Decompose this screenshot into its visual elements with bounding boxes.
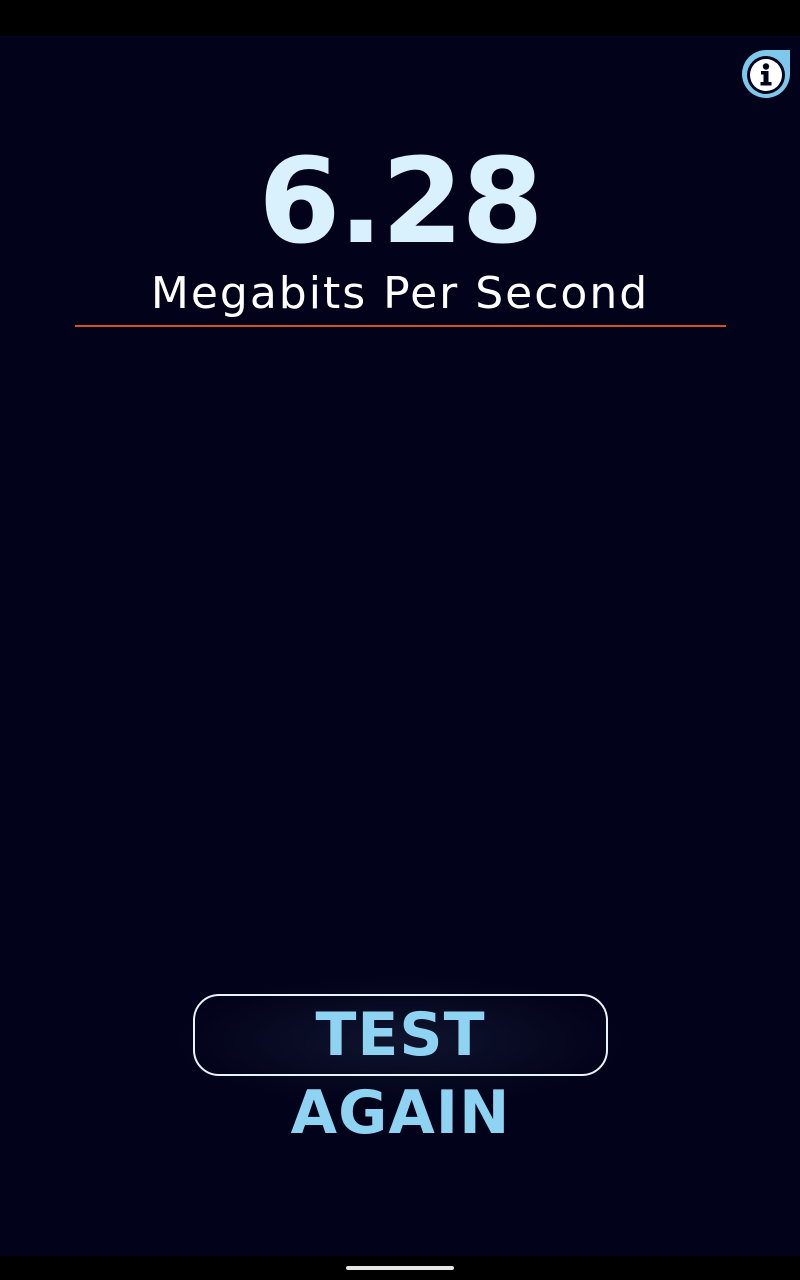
navigation-bar [0, 1256, 800, 1280]
test-again-button[interactable]: TEST AGAIN [193, 994, 608, 1148]
speed-unit-label: Megabits Per Second [150, 268, 650, 319]
speed-test-app: 6.28 Megabits Per Second TEST AGAIN [0, 36, 800, 1256]
home-gesture-handle[interactable] [346, 1266, 454, 1270]
device-screen: 6.28 Megabits Per Second TEST AGAIN [0, 0, 800, 1280]
info-icon [742, 50, 790, 98]
status-bar [0, 0, 800, 36]
speed-value: 6.28 [258, 132, 543, 270]
result-divider [75, 325, 726, 327]
info-button[interactable] [740, 48, 792, 100]
